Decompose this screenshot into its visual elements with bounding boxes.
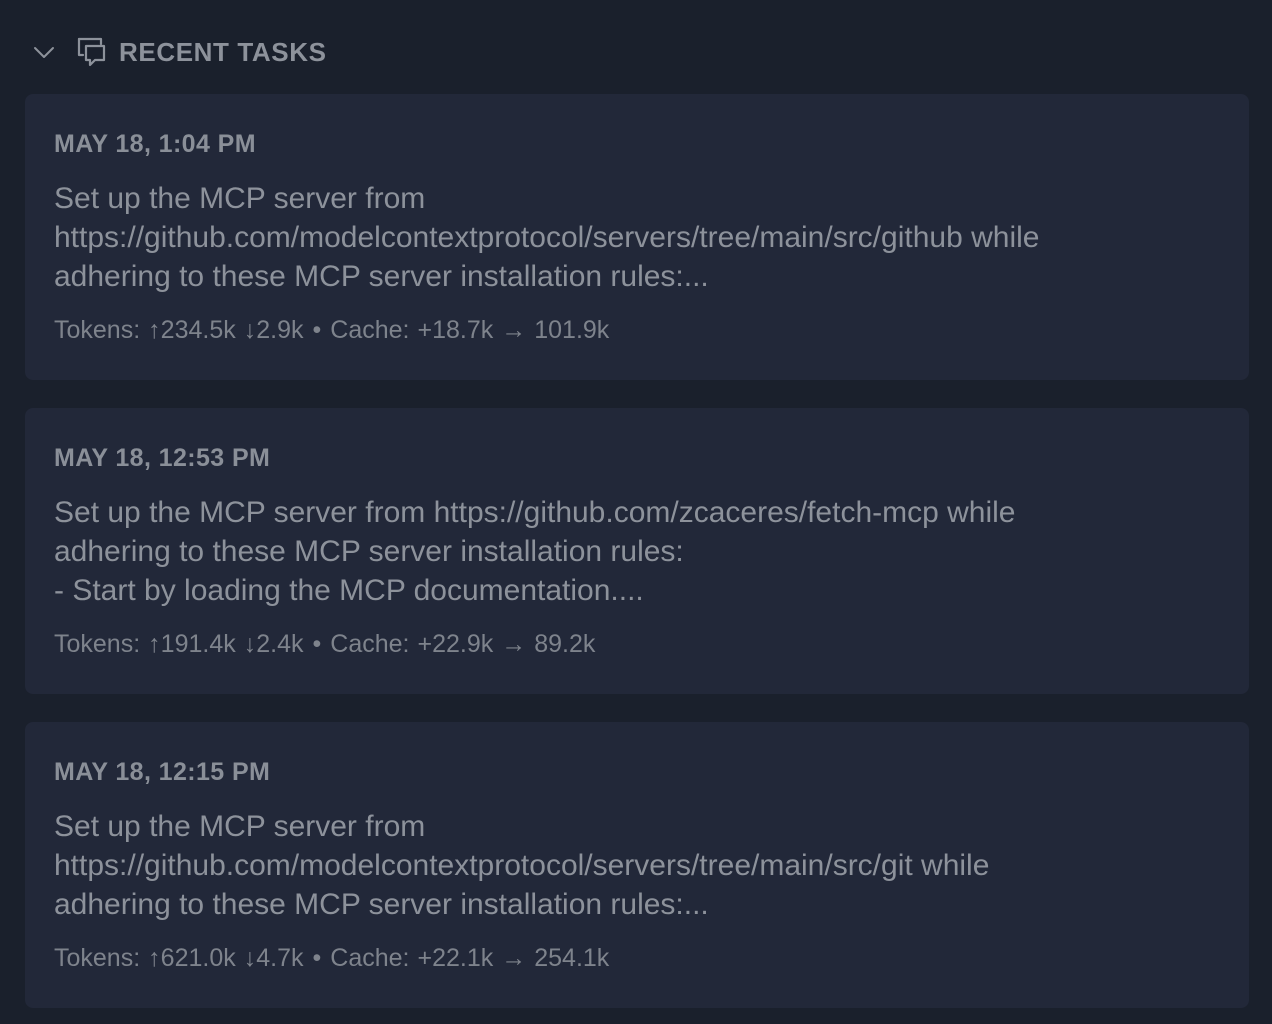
task-date: MAY 18, 1:04 PM [54, 130, 256, 158]
arrow-right-icon: → [501, 630, 527, 658]
task-usage-stats: Tokens: ↑191.4k ↓2.4k • Cache: +22.9k → … [54, 628, 1220, 660]
tokens-out: ↓2.9k [243, 316, 304, 344]
cache-write: +22.9k [417, 630, 494, 658]
cache-read: 101.9k [534, 316, 610, 344]
tokens-in: ↑234.5k [148, 316, 236, 344]
cache-label: Cache: [330, 630, 410, 658]
task-description: Set up the MCP server from https://githu… [54, 182, 1040, 293]
task-card[interactable]: MAY 18, 12:53 PM Set up the MCP server f… [25, 408, 1249, 694]
section-title: RECENT TASKS [119, 36, 327, 67]
task-date: MAY 18, 12:53 PM [54, 444, 271, 472]
cache-label: Cache: [330, 944, 410, 972]
cache-write: +22.1k [417, 944, 494, 972]
task-usage-stats: Tokens: ↑234.5k ↓2.9k • Cache: +18.7k → … [54, 314, 1220, 346]
task-card[interactable]: MAY 18, 1:04 PM Set up the MCP server fr… [25, 94, 1249, 380]
cache-read: 89.2k [534, 630, 596, 658]
tokens-label: Tokens: [54, 944, 141, 972]
task-card[interactable]: MAY 18, 12:15 PM Set up the MCP server f… [25, 722, 1249, 1008]
tokens-out: ↓2.4k [243, 630, 304, 658]
recent-tasks-header[interactable]: RECENT TASKS [30, 30, 327, 74]
chat-bubbles-icon [74, 35, 108, 69]
cache-read: 254.1k [534, 944, 610, 972]
recent-tasks-panel: RECENT TASKS MAY 18, 1:04 PM Set up the … [0, 0, 1272, 1024]
meta-separator: • [312, 316, 322, 344]
task-list: MAY 18, 1:04 PM Set up the MCP server fr… [25, 94, 1249, 1024]
tokens-label: Tokens: [54, 316, 141, 344]
tokens-out: ↓4.7k [243, 944, 304, 972]
task-usage-stats: Tokens: ↑621.0k ↓4.7k • Cache: +22.1k → … [54, 942, 1220, 974]
arrow-right-icon: → [501, 316, 527, 344]
meta-separator: • [312, 944, 322, 972]
tokens-in: ↑621.0k [148, 944, 236, 972]
meta-separator: • [312, 630, 322, 658]
cache-label: Cache: [330, 316, 410, 344]
arrow-right-icon: → [501, 944, 527, 972]
task-date: MAY 18, 12:15 PM [54, 758, 271, 786]
tokens-label: Tokens: [54, 630, 141, 658]
task-description: Set up the MCP server from https://githu… [54, 496, 1016, 607]
tokens-in: ↑191.4k [148, 630, 236, 658]
task-description: Set up the MCP server from https://githu… [54, 810, 990, 921]
cache-write: +18.7k [417, 316, 494, 344]
chevron-down-icon[interactable] [30, 38, 58, 66]
